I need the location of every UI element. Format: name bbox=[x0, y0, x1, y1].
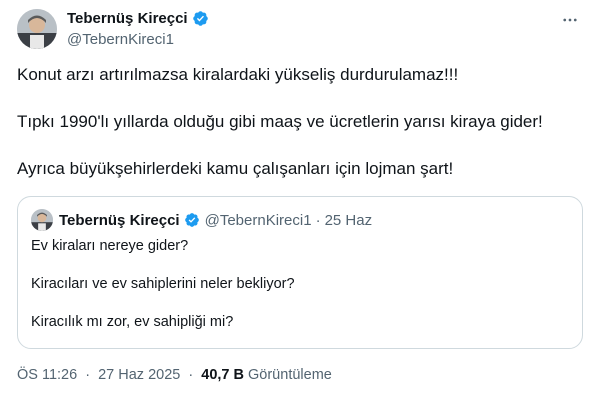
tweet-date[interactable]: 27 Haz 2025 bbox=[98, 367, 180, 383]
tweet-paragraph: Ayrıca büyükşehirlerdeki kamu çalışanlar… bbox=[17, 159, 454, 178]
quoted-tweet[interactable]: Tebernüş Kireçci @TebernKireci1 · 25 Haz… bbox=[17, 196, 583, 349]
tweet-meta: ÖS 11:26 · 27 Haz 2025 · 40,7 B Görüntül… bbox=[17, 367, 332, 383]
author-handle[interactable]: @TebernKireci1 bbox=[67, 31, 174, 48]
tweet-text: Konut arzı artırılmazsa kiralardaki yüks… bbox=[17, 63, 577, 204]
meta-separator: · bbox=[85, 367, 91, 383]
quote-separator: · bbox=[315, 211, 321, 229]
author-display-name[interactable]: Tebernüş Kireçci bbox=[67, 10, 188, 27]
tweet-paragraph: Tıpkı 1990'lı yıllarda olduğu gibi maaş … bbox=[17, 112, 543, 131]
quote-author-handle: @TebernKireci1 bbox=[204, 211, 312, 229]
author-avatar[interactable] bbox=[17, 9, 57, 49]
quote-author-name: Tebernüş Kireçci bbox=[59, 211, 180, 229]
quote-author-avatar bbox=[31, 209, 53, 231]
quote-paragraph: Kiracılık mı zor, ev sahipliği mi? bbox=[31, 314, 234, 330]
quote-paragraph: Kiracıları ve ev sahiplerini neler bekli… bbox=[31, 276, 295, 292]
quote-date: 25 Haz bbox=[324, 211, 373, 229]
more-options-icon[interactable] bbox=[560, 10, 580, 30]
quote-text: Ev kiraları nereye gider? Kiracıları ve … bbox=[31, 237, 295, 351]
verified-badge-icon bbox=[184, 212, 200, 228]
quote-paragraph: Ev kiraları nereye gider? bbox=[31, 238, 189, 254]
verified-badge-icon bbox=[192, 10, 209, 27]
tweet-paragraph: Konut arzı artırılmazsa kiralardaki yüks… bbox=[17, 65, 459, 84]
meta-separator: · bbox=[188, 367, 194, 383]
views-label: Görüntüleme bbox=[248, 367, 332, 383]
views-count: 40,7 B bbox=[201, 367, 244, 383]
tweet-time[interactable]: ÖS 11:26 bbox=[17, 367, 77, 383]
